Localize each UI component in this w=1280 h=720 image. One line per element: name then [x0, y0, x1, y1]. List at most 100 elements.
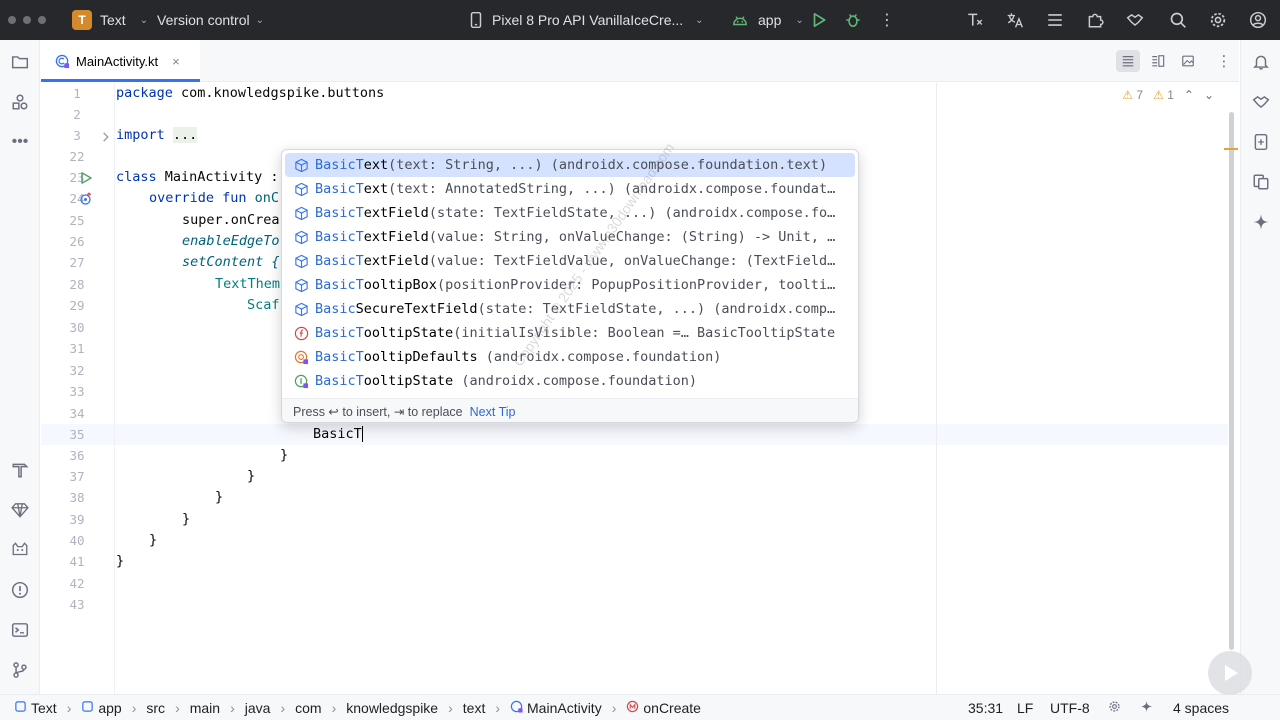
more-actions-button[interactable]: ⋮	[877, 0, 897, 40]
weak-warnings-value: 1	[1167, 88, 1174, 102]
device-selector[interactable]: Pixel 8 Pro API VanillaIceCre... ⌄	[466, 0, 704, 40]
crumb-com[interactable]: com	[295, 700, 321, 716]
device-mirror-button[interactable]	[1125, 0, 1145, 40]
window-controls[interactable]	[8, 0, 46, 40]
completion-item[interactable]: BasicText(text: AnnotatedString, ...) (a…	[285, 177, 855, 201]
caret-position[interactable]: 35:31	[968, 695, 1003, 720]
completion-item[interactable]: BasicTooltipState(initialIsVisible: Bool…	[285, 321, 855, 345]
matched-prefix: BasicT	[315, 277, 364, 293]
warnings-count[interactable]: ⚠ 7	[1122, 88, 1143, 102]
crumb-knowledgspike[interactable]: knowledgspike	[346, 700, 438, 716]
build-tool-button[interactable]	[9, 459, 31, 481]
search-button[interactable]	[1168, 0, 1188, 40]
problems-tool-button[interactable]	[9, 579, 31, 601]
completion-item[interactable]: BasicTextField(value: TextFieldValue, on…	[285, 249, 855, 273]
completion-item[interactable]: BasicTooltipDefaults (androidx.compose.f…	[285, 345, 855, 369]
version-control-menu[interactable]: Version control ⌄	[157, 0, 264, 40]
video-play-overlay[interactable]	[1208, 651, 1252, 695]
override-marker-icon[interactable]	[79, 192, 93, 206]
weak-warnings-count[interactable]: ⚠ 1	[1153, 88, 1174, 102]
design-view-button[interactable]	[1176, 50, 1200, 72]
devices-icon	[1253, 174, 1269, 190]
git-tool-button[interactable]	[9, 659, 31, 681]
running-devices-button[interactable]	[1250, 171, 1272, 193]
ai-assistant-button[interactable]	[1250, 211, 1272, 233]
crumb-module[interactable]: app	[98, 700, 121, 716]
code-line-39: }	[182, 509, 190, 530]
interface-icon	[293, 373, 309, 389]
matched-prefix: BasicT	[315, 181, 364, 197]
inspection-widget[interactable]: ⚠ 7 ⚠ 1 ⌃ ⌄	[1122, 88, 1214, 102]
logcat-tool-button[interactable]	[9, 539, 31, 561]
plugins-button[interactable]	[1085, 0, 1105, 40]
run-gutter-icon[interactable]	[79, 171, 93, 185]
tab-mainactivity[interactable]: MainActivity.kt ×	[41, 40, 200, 82]
minimize-window-dot[interactable]	[23, 16, 31, 24]
indent-setting[interactable]: 4 spaces	[1173, 695, 1229, 720]
next-highlight-button[interactable]: ⌄	[1204, 88, 1214, 102]
account-button[interactable]	[1248, 0, 1268, 40]
split-view-button[interactable]	[1146, 50, 1170, 72]
resource-manager-button[interactable]	[9, 91, 31, 113]
crumb-class[interactable]: MainActivity	[527, 700, 602, 716]
editorconfig-button[interactable]	[1108, 695, 1121, 720]
handshake-icon	[1252, 96, 1270, 109]
settings-button[interactable]	[1208, 0, 1228, 40]
code-line-35: BasicT	[313, 424, 364, 445]
crumb-java[interactable]: java	[245, 700, 271, 716]
function-call: enableEdgeTo	[182, 233, 280, 249]
run-button[interactable]	[809, 0, 829, 40]
run-config-selector[interactable]: app ⌄	[730, 0, 804, 40]
vertical-scrollbar[interactable]	[1229, 112, 1234, 650]
crumb-method[interactable]: onCreate	[643, 700, 701, 716]
translate-button[interactable]	[1005, 0, 1025, 40]
more-tools-button[interactable]: •••	[9, 131, 31, 153]
code-line-27: setContent {	[182, 252, 280, 273]
next-tip-link[interactable]: Next Tip	[470, 405, 516, 419]
closing-brace: }	[149, 532, 158, 548]
line-separator-value: LF	[1017, 700, 1034, 716]
crumb-project[interactable]: Text	[31, 700, 57, 716]
tab-options-button[interactable]: ⋮	[1212, 50, 1236, 72]
line-number: 27	[69, 255, 85, 270]
crumb-src[interactable]: src	[146, 700, 165, 716]
device-name: Pixel 8 Pro API VanillaIceCre...	[492, 12, 684, 28]
completion-item[interactable]: BasicText(text: String, ...) (androidx.c…	[285, 153, 855, 177]
line-number: 42	[69, 576, 85, 591]
object-icon	[293, 349, 309, 365]
ai-status-button[interactable]	[1140, 695, 1153, 720]
completion-item[interactable]: BasicTextField(value: String, onValueCha…	[285, 225, 855, 249]
completion-item[interactable]: BasicTextField(state: TextFieldState, ..…	[285, 201, 855, 225]
function-name: onC	[246, 190, 280, 206]
project-selector[interactable]: T Text ⌄	[72, 0, 148, 40]
project-tool-button[interactable]	[9, 51, 31, 73]
user-icon	[1248, 10, 1268, 30]
code-line-41: }	[116, 551, 124, 572]
debug-button[interactable]	[843, 0, 863, 40]
warning-stripe-marker[interactable]	[1224, 148, 1238, 150]
folded-imports[interactable]: ...	[172, 127, 198, 143]
file-encoding[interactable]: UTF-8	[1050, 695, 1090, 720]
close-window-dot[interactable]	[8, 16, 16, 24]
device-manager-button[interactable]	[1250, 131, 1272, 153]
structure-button[interactable]	[1045, 0, 1065, 40]
gemini-button[interactable]	[1250, 91, 1272, 113]
previous-highlight-button[interactable]: ⌃	[1184, 88, 1194, 102]
zoom-window-dot[interactable]	[38, 16, 46, 24]
crumb-text[interactable]: text	[463, 700, 486, 716]
code-view-button[interactable]	[1116, 50, 1140, 72]
sdk-manager-button[interactable]	[965, 0, 985, 40]
line-separator[interactable]: LF	[1017, 695, 1033, 720]
function-call: setContent {	[182, 254, 280, 270]
close-tab-icon[interactable]: ×	[172, 54, 180, 69]
right-tool-strip	[1240, 40, 1280, 694]
completion-item[interactable]: BasicTooltipState (androidx.compose.foun…	[285, 369, 855, 393]
gradle-tool-button[interactable]	[9, 499, 31, 521]
completion-signature: (initialIsVisible: Boolean =… BasicToolt…	[453, 325, 836, 341]
code-line-38: }	[215, 487, 223, 508]
terminal-tool-button[interactable]	[9, 619, 31, 641]
fold-chevron-icon[interactable]	[99, 130, 113, 144]
keyword: import	[116, 127, 165, 143]
notifications-button[interactable]	[1250, 51, 1272, 73]
crumb-main[interactable]: main	[190, 700, 220, 716]
